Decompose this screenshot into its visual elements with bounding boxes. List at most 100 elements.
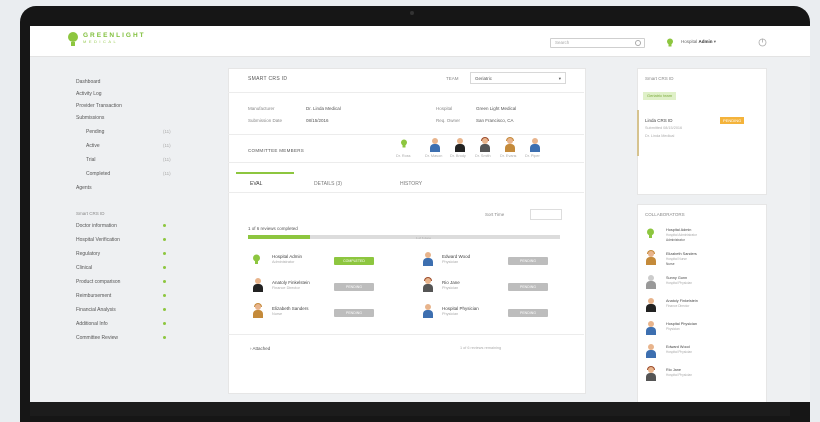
completed-count: (11) [163,171,171,176]
collaborator-role: Hospital Physician [666,281,693,285]
checklist-item[interactable]: Hospital Verification [76,237,120,243]
crs-item-title[interactable]: Linda CRS ID [645,118,673,123]
evaluator-role: Administrator [272,260,295,264]
check-dot-icon [163,252,166,255]
check-dot-icon [163,280,166,283]
chevron-down-icon: ▾ [558,76,561,81]
collaborator-name: Hospital Admin [666,228,692,232]
sidebar-item-trial[interactable]: Trial [86,157,96,163]
collaborator-name: Sunny Gunn [666,276,688,280]
committee-name: Dr. Mason [425,154,443,158]
committee-avatar[interactable] [529,138,541,152]
collaborator-role: Hospital Physician [666,350,693,354]
status-badge[interactable]: PENDING [334,309,374,317]
evaluator-role: Physician [442,260,459,264]
info-label: Req. Owner [436,118,461,123]
tab-history[interactable]: HISTORY [400,181,422,187]
lightbulb-icon [401,139,407,148]
status-badge[interactable]: PENDING [508,283,548,291]
evaluator-avatar [422,304,434,318]
sidebar-item-dashboard[interactable]: Dashboard [76,79,100,85]
active-tab-indicator [236,172,294,174]
collaborator-role: Finance Director [666,304,690,308]
tab-eval[interactable]: EVAL [250,181,262,187]
divider [228,334,584,335]
collaborator-note: Administrator [666,238,685,242]
committee-avatar[interactable] [504,137,516,152]
search-input[interactable]: Search [550,38,645,48]
collaborator-name: Elizabeth Sanders [666,252,697,256]
checklist-item[interactable]: Committee Review [76,335,118,341]
lightbulb-icon[interactable] [666,38,674,47]
status-badge[interactable]: PENDING [508,309,548,317]
team-label: TEAM [446,76,459,81]
sidebar-item-submissions[interactable]: Submissions [76,115,104,121]
status-badge[interactable]: PENDING [508,257,548,265]
committee-name: Dr. Smith [475,154,491,158]
divider [228,162,584,163]
info-label: Manufacturer [248,106,275,111]
laptop-bottom-bezel [30,402,790,416]
main-card [228,68,586,394]
check-dot-icon [163,322,166,325]
check-dot-icon [163,308,166,311]
collaborator-role: Physician [666,327,680,331]
info-label: Submission Date [248,118,283,123]
sort-label: Sort Time [485,212,505,217]
reviews-remaining-note: 1 of 6 reviews remaining [460,346,502,350]
divider [228,134,584,135]
sidebar-item-pending[interactable]: Pending [86,129,104,135]
checklist-item[interactable]: Regulatory [76,251,100,257]
camera-dot [410,11,414,15]
active-count: (11) [163,143,171,148]
sort-select[interactable] [530,209,562,220]
evaluator-name: Elizabeth Sanders [272,306,309,311]
crs-item-sub: Dr. Linda Medical [645,134,675,138]
sidebar-item-activity-log[interactable]: Activity Log [76,91,102,97]
checklist-item[interactable]: Doctor information [76,223,117,229]
info-value: San Francisco, CA [476,118,514,123]
committee-name: Dr. Brody [450,154,466,158]
collaborator-role: Hospital Administrator [666,233,698,237]
lightbulb-icon [647,228,654,238]
committee-avatar[interactable] [429,138,441,152]
status-badge[interactable]: PENDING [334,283,374,291]
sidebar: Dashboard Activity Log Provider Transact… [70,71,190,381]
page-title: SMART CRS ID [248,76,288,82]
evaluator-name: Hospital Physician [442,306,479,311]
committee-avatar[interactable] [454,138,466,152]
crs-item-sub: Submitted 08/15/2016 [645,126,683,130]
checklist-item[interactable]: Reimbursement [76,293,111,299]
collaborator-avatar [645,250,657,265]
info-value: Dr. Linda Medical [306,106,341,111]
tab-details[interactable]: DETAILS (3) [314,181,342,187]
brand-logo[interactable]: GREENLIGHT MEDICAL [68,32,146,46]
logout-icon[interactable] [758,38,767,47]
team-pill[interactable]: Geriatric team [643,92,677,100]
status-badge[interactable]: COMPLETED [334,257,374,265]
top-bar: GREENLIGHT MEDICAL Search Hospital Admin… [30,26,810,57]
collaborator-name: Anatoly Finkelstein [666,299,698,303]
smart-crs-card [637,68,767,195]
sidebar-item-agents[interactable]: Agents [76,185,92,191]
review-progress-bar [248,235,560,239]
checklist-item[interactable]: Product comparison [76,279,120,285]
collaborator-note: Nurse [666,262,675,266]
checklist-item[interactable]: Clinical [76,265,92,271]
evaluator-role: Physician [442,312,459,316]
committee-avatar[interactable] [479,137,491,152]
checklist-item[interactable]: Additional Info [76,321,108,327]
attached-toggle[interactable]: › Attached [250,346,270,351]
check-dot-icon [163,238,166,241]
user-menu[interactable]: Hospital Admin ▾ [681,39,716,45]
checklist-item[interactable]: Financial Analysis [76,307,116,313]
progress-mid-label: 1 of 6 done [416,236,432,240]
sidebar-item-active[interactable]: Active [86,143,100,149]
checklist-heading: Smart CRS ID [76,211,105,216]
evaluator-name: Anatoly Finkelstein [272,280,310,285]
team-select[interactable]: Geriatric ▾ [470,72,566,84]
evaluator-avatar [422,252,434,266]
sidebar-item-provider-transaction[interactable]: Provider Transaction [76,103,122,109]
accent-bar [637,110,639,156]
sidebar-item-completed[interactable]: Completed [86,171,110,177]
